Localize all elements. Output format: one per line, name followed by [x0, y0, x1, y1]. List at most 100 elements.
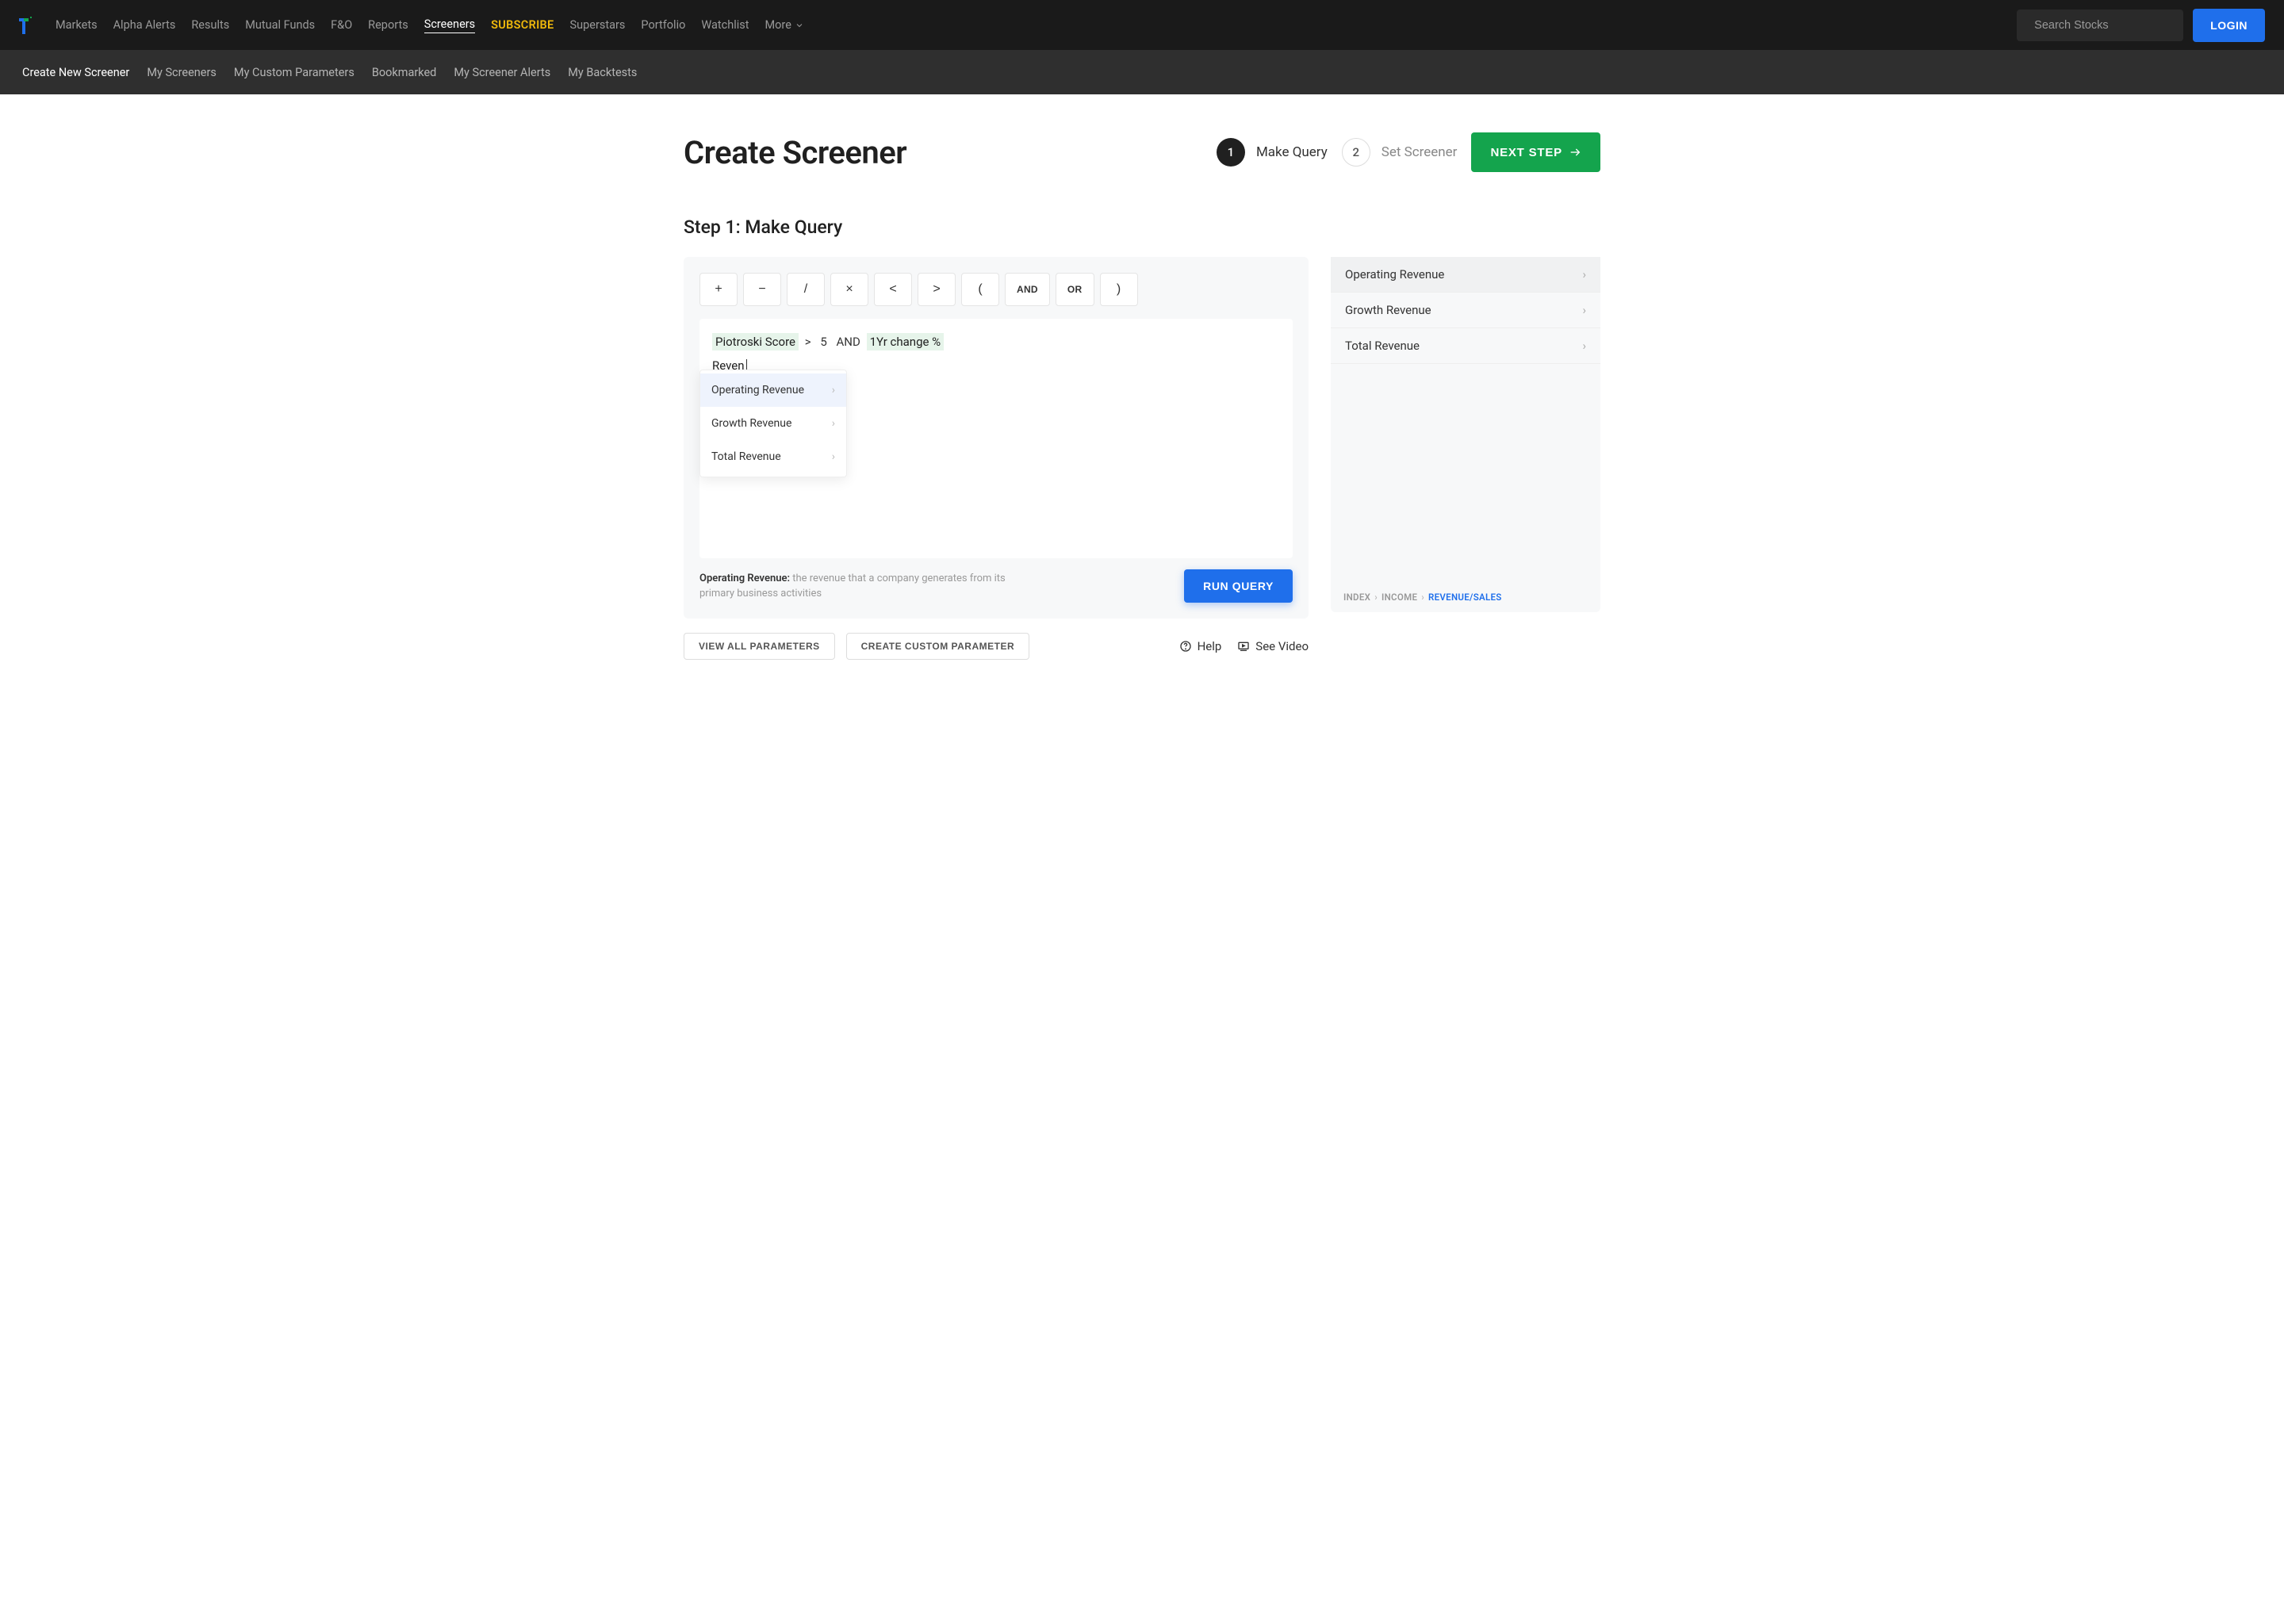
steps: 1 Make Query 2 Set Screener NEXT STEP [1217, 132, 1600, 172]
suggestion-label: Total Revenue [711, 446, 781, 468]
parameter-list: Operating Revenue›Growth Revenue›Total R… [1331, 257, 1600, 582]
run-query-button[interactable]: RUN QUERY [1184, 569, 1293, 603]
nav-link-f-o[interactable]: F&O [331, 18, 352, 32]
subnav-link-bookmarked[interactable]: Bookmarked [372, 66, 437, 79]
operator-button[interactable]: ) [1100, 273, 1138, 306]
login-button[interactable]: LOGIN [2193, 9, 2265, 42]
suggestion-item[interactable]: Total Revenue › [700, 440, 846, 473]
breadcrumb-item[interactable]: INCOME [1382, 592, 1417, 603]
query-token: > [802, 333, 814, 350]
help-label: Operating Revenue: [699, 573, 790, 584]
operator-button[interactable]: OR [1056, 273, 1094, 306]
subnav-link-create-new-screener[interactable]: Create New Screener [22, 66, 129, 79]
right-column: Operating Revenue›Growth Revenue›Total R… [1331, 257, 1600, 660]
nav-link-portfolio[interactable]: Portfolio [641, 18, 685, 32]
operator-button[interactable]: AND [1005, 273, 1050, 306]
suggestion-label: Operating Revenue [711, 379, 804, 401]
operators-row: +−/×<>(ANDOR) [699, 273, 1293, 306]
video-icon [1237, 640, 1250, 653]
bottom-left-buttons: VIEW ALL PARAMETERS CREATE CUSTOM PARAME… [684, 633, 1029, 660]
parameter-item[interactable]: Total Revenue › [1331, 328, 1600, 364]
nav-right: LOGIN [2017, 9, 2265, 42]
chevron-right-icon: › [832, 379, 835, 401]
parameter-label: Total Revenue [1345, 339, 1420, 353]
main-container: Create Screener 1 Make Query 2 Set Scree… [646, 94, 1638, 691]
query-token: Piotroski Score [712, 333, 799, 350]
chevron-right-icon: › [832, 446, 835, 468]
operator-button[interactable]: × [830, 273, 868, 306]
help-link-label: Help [1198, 639, 1222, 653]
nav-link-screeners[interactable]: Screeners [424, 17, 475, 33]
nav-link-markets[interactable]: Markets [56, 18, 98, 32]
suggestion-label: Growth Revenue [711, 412, 791, 435]
query-box: +−/×<>(ANDOR) Piotroski Score > 5 AND 1Y… [684, 257, 1309, 619]
parameter-label: Growth Revenue [1345, 303, 1431, 317]
search-input[interactable] [2034, 19, 2182, 32]
query-tokens: Piotroski Score > 5 AND 1Yr change % [712, 330, 1280, 354]
sub-nav: Create New Screener My Screeners My Custom… [0, 50, 2284, 94]
help-text: Operating Revenue: the revenue that a co… [699, 571, 1040, 602]
nav-links: Markets Alpha Alerts Results Mutual Funds F&… [56, 17, 2017, 33]
breadcrumb-item[interactable]: INDEX [1343, 592, 1370, 603]
chevron-right-icon: › [1582, 339, 1586, 353]
suggestion-item[interactable]: Growth Revenue › [700, 407, 846, 440]
step-2-circle: 2 [1342, 138, 1370, 167]
operator-button[interactable]: − [743, 273, 781, 306]
query-footer: Operating Revenue: the revenue that a co… [699, 569, 1293, 603]
help-icon [1179, 640, 1192, 653]
view-all-parameters-button[interactable]: VIEW ALL PARAMETERS [684, 633, 835, 660]
logo[interactable] [19, 17, 33, 34]
nav-link-watchlist[interactable]: Watchlist [701, 18, 749, 32]
suggestion-item[interactable]: Operating Revenue › [700, 373, 846, 407]
content-row: +−/×<>(ANDOR) Piotroski Score > 5 AND 1Y… [684, 257, 1600, 660]
nav-link-more[interactable]: More [765, 18, 803, 32]
nav-link-mutual-funds[interactable]: Mutual Funds [245, 18, 315, 32]
suggestion-dropdown: Operating Revenue›Growth Revenue›Total R… [699, 370, 847, 477]
step-1-label: Make Query [1256, 144, 1328, 160]
page-title: Create Screener [684, 134, 906, 171]
step-2: 2 Set Screener [1342, 138, 1458, 167]
subnav-link-my-screeners[interactable]: My Screeners [147, 66, 217, 79]
chevron-right-icon: › [1582, 267, 1586, 282]
nav-link-subscribe[interactable]: SUBSCRIBE [491, 18, 554, 32]
next-step-label: NEXT STEP [1490, 146, 1562, 159]
breadcrumb-separator: › [1374, 592, 1378, 603]
operator-button[interactable]: ( [961, 273, 999, 306]
nav-link-superstars[interactable]: Superstars [570, 18, 626, 32]
parameter-item[interactable]: Operating Revenue › [1331, 257, 1600, 293]
left-column: +−/×<>(ANDOR) Piotroski Score > 5 AND 1Y… [684, 257, 1309, 660]
help-link[interactable]: Help [1179, 639, 1222, 653]
operator-button[interactable]: + [699, 273, 738, 306]
see-video-label: See Video [1255, 639, 1309, 653]
subnav-link-my-screener-alerts[interactable]: My Screener Alerts [454, 66, 550, 79]
subnav-link-my-custom-parameters[interactable]: My Custom Parameters [234, 66, 354, 79]
search-box[interactable] [2017, 10, 2183, 41]
chevron-down-icon [795, 21, 804, 30]
query-token: AND [834, 333, 864, 350]
query-area[interactable]: Piotroski Score > 5 AND 1Yr change % Rev… [699, 319, 1293, 558]
nav-link-alpha-alerts[interactable]: Alpha Alerts [113, 18, 176, 32]
bottom-row: VIEW ALL PARAMETERS CREATE CUSTOM PARAME… [684, 633, 1309, 660]
query-token: 1Yr change % [867, 333, 945, 350]
next-step-button[interactable]: NEXT STEP [1471, 132, 1600, 172]
query-token: 5 [817, 333, 830, 350]
parameter-item[interactable]: Growth Revenue › [1331, 293, 1600, 328]
top-nav: Markets Alpha Alerts Results Mutual Funds F&… [0, 0, 2284, 50]
help-links: Help See Video [1179, 639, 1309, 653]
operator-button[interactable]: < [874, 273, 912, 306]
subnav-link-my-backtests[interactable]: My Backtests [568, 66, 637, 79]
breadcrumb-separator: › [1421, 592, 1424, 603]
nav-link-reports[interactable]: Reports [368, 18, 408, 32]
operator-button[interactable]: > [918, 273, 956, 306]
see-video-link[interactable]: See Video [1237, 639, 1309, 653]
chevron-right-icon: › [1582, 303, 1586, 317]
parameter-panel: Operating Revenue›Growth Revenue›Total R… [1331, 257, 1600, 612]
step-1-circle: 1 [1217, 138, 1245, 167]
step-2-label: Set Screener [1382, 144, 1458, 160]
create-custom-parameter-button[interactable]: CREATE CUSTOM PARAMETER [846, 633, 1030, 660]
nav-link-results[interactable]: Results [191, 18, 229, 32]
breadcrumb-item[interactable]: REVENUE/SALES [1428, 592, 1502, 603]
parameter-label: Operating Revenue [1345, 267, 1444, 282]
chevron-right-icon: › [832, 412, 835, 435]
operator-button[interactable]: / [787, 273, 825, 306]
